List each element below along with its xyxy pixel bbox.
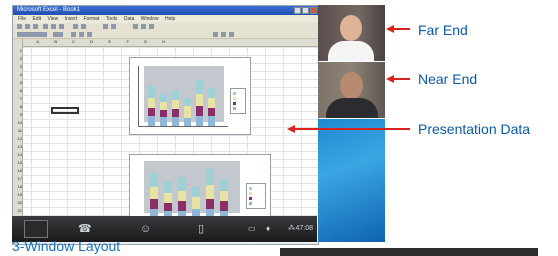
layout-caption: 3-Window Layout <box>12 238 121 254</box>
next-figure-bar <box>280 248 538 256</box>
near-end-label: Near End <box>418 71 478 87</box>
near-end-arrowhead <box>386 75 394 83</box>
presentation-data-label: Presentation Data <box>418 121 531 137</box>
far-end-arrowhead <box>386 25 394 33</box>
far-end-label: Far End <box>418 22 468 38</box>
presentation-arrowhead <box>287 125 295 133</box>
